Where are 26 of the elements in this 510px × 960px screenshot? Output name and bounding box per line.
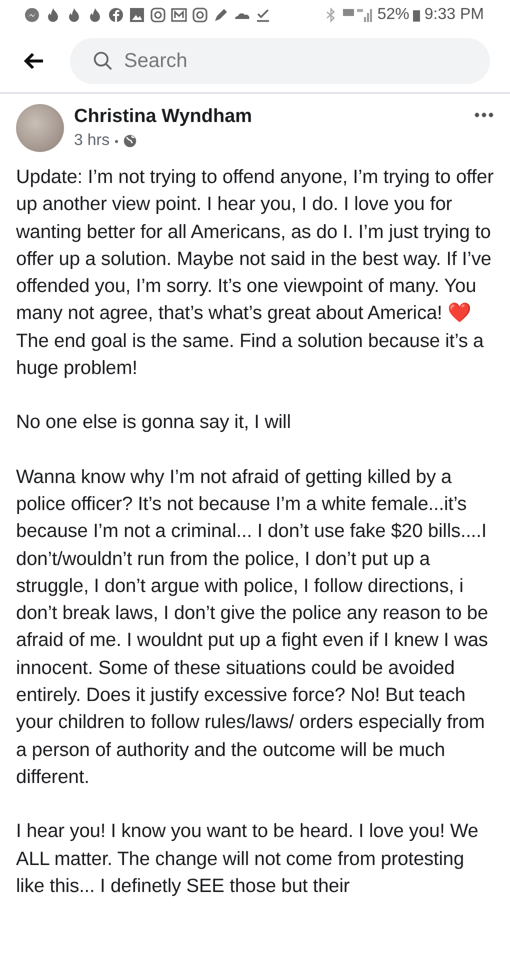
flame-icon [45,7,61,23]
pen-icon [213,7,229,23]
post-text: No one else is gonna say it, I will [16,411,292,436]
post-text: Update: I’m not trying to offend anyone, I’m trying to offer up another view point. I hear you, I do. I love you for wanting better for all Americans, as do I. I’m just trying to offer up a solution. Maybe not said in the best way. If I’ve offended you, I’m sorry. It’s one viewpoint of many. You many not agree, that’s what’s great about America! ❤ The end goal is the same. Find a solution because it’s a huge problem! [16,166,494,382]
post-time[interactable]: 3 hrs [74,132,110,150]
instagram-icon [150,7,166,23]
image-icon [129,7,145,23]
signal-icon [343,7,374,23]
flame-icon [66,7,82,23]
author-name[interactable]: Christina Wyndham [74,106,464,128]
battery-percent: 52% [377,6,410,24]
post-text: Wanna know why I’m not afraid of getting killed by a police officer? It’s not because I’m a white female...it’s because I’m not a criminal... I don’t use fake $20 bills....I don’t/wouldn’t run from the police, I don’t put up a struggle, I don’t argue with police, I follow directions, i don’t break laws, I don’t give the police any reason to be afraid of me. I wouldnt put up a fight even if I knew I was innocent. Some of these situations could be avoided entirely. Does it justify excessive force? No! But teach your children to follow rules/laws/ orders especially from a person of authority and the outcome will be much different. [16,466,490,790]
download-icon [255,7,271,23]
facebook-icon [108,7,124,23]
instagram-icon [192,7,208,23]
avatar[interactable] [16,104,64,152]
more-options-icon[interactable] [474,112,494,118]
messenger-icon [24,7,40,23]
flame-icon [87,7,103,23]
separator-dot [114,140,118,142]
clock: 9:33 PM [424,6,484,24]
mail-icon [171,7,187,23]
battery-icon [413,8,420,22]
post-text: I hear you! I know you want to be heard. I love you! We ALL matter. The change will not come from protesting like this... I definetly SEE those but their [16,820,480,899]
search-icon [92,50,114,72]
search-field[interactable]: Search [70,38,490,84]
